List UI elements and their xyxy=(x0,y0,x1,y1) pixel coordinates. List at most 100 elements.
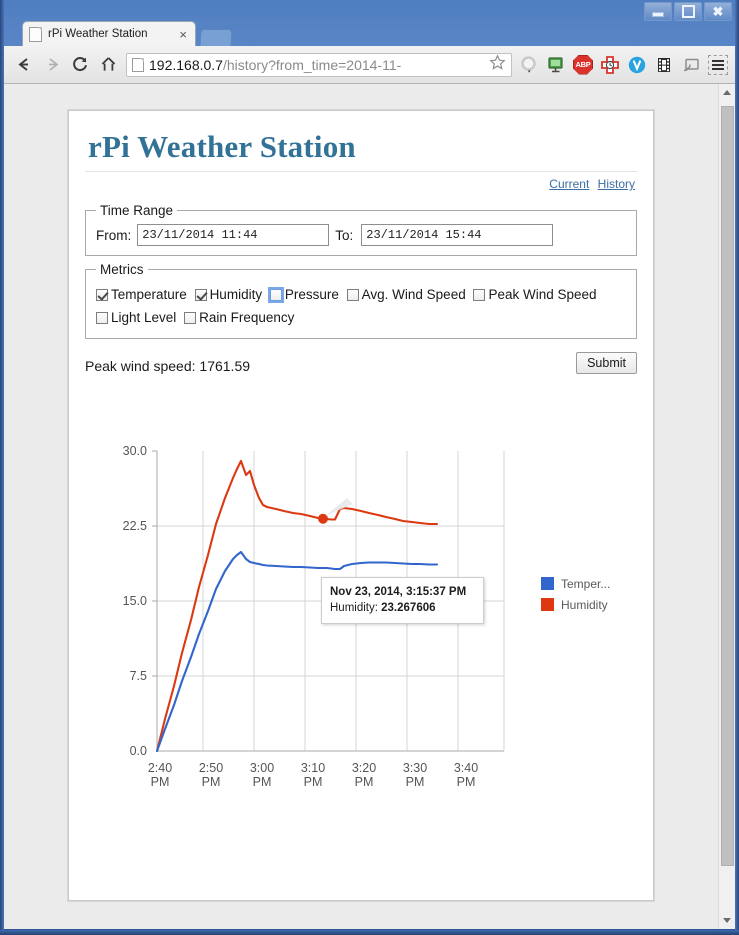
scrollbar-thumb[interactable] xyxy=(721,106,734,866)
tooltip-title: Nov 23, 2014, 3:15:37 PM xyxy=(330,586,467,598)
metric-checkbox-light-level[interactable]: Light Level xyxy=(96,310,176,325)
x-tick-2-time: 3:00 xyxy=(250,761,274,775)
submit-button[interactable]: Submit xyxy=(576,352,637,374)
back-button[interactable] xyxy=(10,51,38,79)
tab-title: rPi Weather Station xyxy=(48,28,148,40)
from-time-input[interactable] xyxy=(137,224,330,246)
page-nav-links: Current History xyxy=(85,171,637,197)
metric-label-temperature: Temperature xyxy=(111,287,187,302)
x-tick-4-time: 3:20 xyxy=(352,761,376,775)
scrollbar-down-arrow-icon[interactable] xyxy=(719,912,735,929)
page-content-container: rPi Weather Station Current History Time… xyxy=(68,110,654,901)
time-range-row: From: To: xyxy=(96,224,626,246)
blue-v-extension-icon[interactable] xyxy=(626,54,648,76)
checkbox-temperature-icon[interactable] xyxy=(96,289,108,301)
legend-label-temperature: Temper... xyxy=(561,576,611,591)
checkbox-avg-wind-speed-icon[interactable] xyxy=(346,289,359,301)
maximize-icon xyxy=(681,5,695,18)
metrics-fieldset: Metrics Temperature Humidity Pressure Av… xyxy=(85,262,637,339)
address-bar-url: 192.168.0.7/history?from_time=2014-11- xyxy=(149,57,486,73)
scrollbar-up-arrow-icon[interactable] xyxy=(719,84,735,101)
x-tick-6-meridiem: PM xyxy=(457,775,476,789)
legend-item-humidity[interactable]: Humidity xyxy=(541,594,610,615)
metric-checkbox-rain-frequency[interactable]: Rain Frequency xyxy=(184,310,294,325)
legend-swatch-humidity-icon xyxy=(541,598,554,611)
time-range-fieldset: Time Range From: To: xyxy=(85,203,637,256)
remote-desktop-extension-icon[interactable] xyxy=(545,54,567,76)
metrics-checkbox-group: Temperature Humidity Pressure Avg. Wind … xyxy=(96,283,626,329)
checkbox-rain-frequency-icon[interactable] xyxy=(184,312,197,324)
chrome-menu-icon[interactable] xyxy=(707,54,729,76)
tab-strip: rPi Weather Station × xyxy=(0,19,739,47)
peak-wind-speed-status: Peak wind speed: 1761.59 xyxy=(85,358,251,374)
page-title: rPi Weather Station xyxy=(88,129,356,164)
window-frame-bottom xyxy=(0,930,739,935)
browser-toolbar: 192.168.0.7/history?from_time=2014-11- A… xyxy=(4,46,735,84)
y-tick-7-5: 7.5 xyxy=(130,669,147,683)
x-tick-5-meridiem: PM xyxy=(406,775,425,789)
x-tick-3-time: 3:10 xyxy=(301,761,325,775)
legend-swatch-temperature-icon xyxy=(541,577,554,590)
cast-icon[interactable] xyxy=(680,54,702,76)
chart-tooltip: Nov 23, 2014, 3:15:37 PM Humidity: 23.26… xyxy=(321,577,484,624)
bookmark-star-icon[interactable] xyxy=(489,53,506,76)
x-tick-0-time: 2:40 xyxy=(148,761,172,775)
new-tab-button[interactable] xyxy=(199,29,233,47)
legend-label-humidity: Humidity xyxy=(561,597,608,612)
x-tick-0-meridiem: PM xyxy=(151,775,170,789)
page-scrollbar[interactable] xyxy=(718,84,735,929)
browser-window: ✖ rPi Weather Station × 192.168.0.7/hist… xyxy=(0,0,739,935)
metrics-legend: Metrics xyxy=(100,262,144,277)
y-tick-22-5: 22.5 xyxy=(123,519,147,533)
metric-label-peak-wind-speed: Peak Wind Speed xyxy=(488,287,597,302)
tooltip-value-row: Humidity: 23.267606 xyxy=(330,600,475,616)
reload-icon xyxy=(72,57,87,72)
back-arrow-icon xyxy=(17,58,28,71)
address-bar[interactable]: 192.168.0.7/history?from_time=2014-11- xyxy=(126,52,512,77)
time-range-legend: Time Range xyxy=(100,203,174,218)
metric-checkbox-humidity[interactable]: Humidity xyxy=(194,287,262,302)
forward-arrow-icon xyxy=(48,58,58,71)
page-viewport: rPi Weather Station Current History Time… xyxy=(4,84,735,929)
metric-label-avg-wind-speed: Avg. Wind Speed xyxy=(361,287,466,302)
reload-button[interactable] xyxy=(66,51,94,79)
y-tick-15: 15.0 xyxy=(123,594,147,608)
minimize-icon xyxy=(652,12,664,17)
checkbox-pressure-icon[interactable] xyxy=(267,287,284,303)
nav-link-current[interactable]: Current xyxy=(549,177,589,191)
legend-item-temperature[interactable]: Temper... xyxy=(541,573,610,594)
hamburger-icon xyxy=(708,54,728,75)
y-tick-30: 30.0 xyxy=(123,444,147,458)
film-strip-extension-icon[interactable] xyxy=(653,54,675,76)
y-tick-0: 0.0 xyxy=(130,744,147,758)
checkbox-humidity-icon[interactable] xyxy=(194,289,207,301)
search-extension-icon[interactable] xyxy=(518,54,540,76)
chart-legend: Temper... Humidity xyxy=(541,573,610,615)
forward-button[interactable] xyxy=(38,51,66,79)
metric-checkbox-temperature[interactable]: Temperature xyxy=(96,287,187,302)
metric-checkbox-avg-wind-speed[interactable]: Avg. Wind Speed xyxy=(346,287,466,302)
to-time-input[interactable] xyxy=(361,224,554,246)
metric-checkbox-pressure[interactable]: Pressure xyxy=(267,287,339,303)
checkbox-peak-wind-speed-icon[interactable] xyxy=(473,289,486,301)
from-label: From: xyxy=(96,227,132,243)
x-tick-6-time: 3:40 xyxy=(454,761,478,775)
chart-xaxis-meridiem-row: PM PM PM PM PM PM PM xyxy=(151,775,476,789)
red-cross-clock-extension-icon[interactable] xyxy=(599,54,621,76)
metric-label-rain-frequency: Rain Frequency xyxy=(199,310,295,325)
metric-checkbox-peak-wind-speed[interactable]: Peak Wind Speed xyxy=(473,287,597,302)
url-host: 192.168.0.7 xyxy=(149,56,223,73)
nav-link-history[interactable]: History xyxy=(598,177,635,191)
to-label: To: xyxy=(335,227,354,243)
window-titlebar: ✖ xyxy=(0,0,739,21)
tab-rpi-weather-station[interactable]: rPi Weather Station × xyxy=(22,21,196,46)
metric-label-pressure: Pressure xyxy=(284,287,339,302)
x-tick-3-meridiem: PM xyxy=(304,775,323,789)
tooltip-series-label: Humidity: xyxy=(330,602,378,614)
adblock-plus-icon[interactable]: ABP xyxy=(572,54,594,76)
checkbox-light-level-icon[interactable] xyxy=(96,312,108,324)
status-row: Peak wind speed: 1761.59 Submit xyxy=(85,352,637,374)
home-button[interactable] xyxy=(94,51,122,79)
tab-close-icon[interactable]: × xyxy=(177,28,189,41)
x-tick-1-time: 2:50 xyxy=(199,761,223,775)
